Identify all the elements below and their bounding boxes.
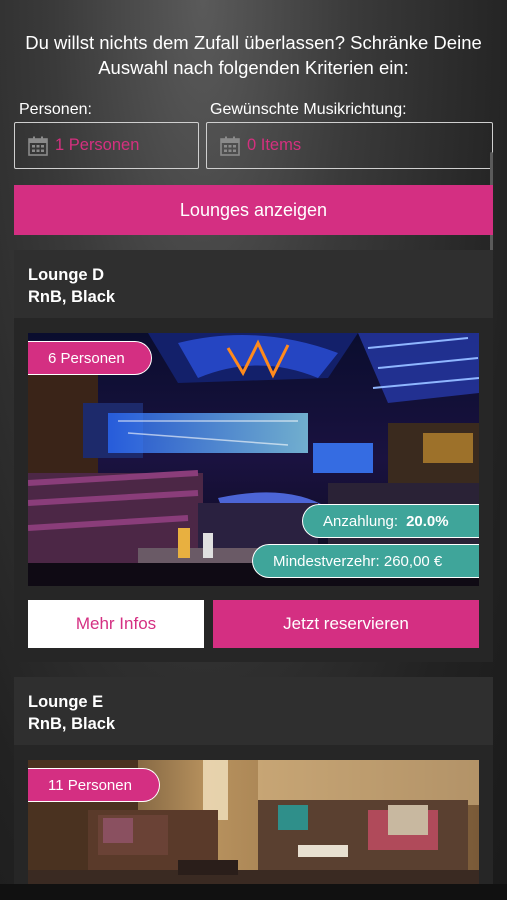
intro-text: Du willst nichts dem Zufall überlassen? …	[25, 32, 482, 78]
persons-value: 1 Personen	[55, 136, 140, 154]
deposit-label: Anzahlung:	[323, 512, 399, 530]
music-label: Gewünschte Musikrichtung:	[210, 101, 407, 118]
persons-label: Personen:	[19, 101, 92, 118]
lounge-name: Lounge E	[28, 693, 104, 711]
calendar-icon	[220, 136, 240, 156]
lounge-photo[interactable]: 11 Personen	[28, 760, 479, 900]
deposit-value: 20.0%	[406, 512, 449, 530]
minimum-spend-badge: Mindestverzehr: 260,00 €	[252, 544, 479, 578]
lounge-photo[interactable]: 6 Personen Anzahlung: 20.0% Mindestverze…	[28, 333, 479, 586]
lounge-name: Lounge D	[28, 266, 105, 284]
lounge-header: Lounge D RnB, Black	[14, 250, 493, 318]
lounge-card: Lounge E RnB, Black 11 Personen	[14, 677, 493, 900]
system-navigation-bar	[0, 884, 507, 900]
lounge-genres: RnB, Black	[28, 288, 116, 306]
lounge-card: Lounge D RnB, Black 6 Personen Anzahlung…	[14, 250, 493, 662]
capacity-badge: 11 Personen	[28, 768, 160, 802]
persons-select[interactable]: 1 Personen	[14, 122, 199, 169]
music-select[interactable]: 0 Items	[206, 122, 493, 169]
capacity-badge: 6 Personen	[28, 341, 152, 375]
deposit-badge: Anzahlung: 20.0%	[302, 504, 479, 538]
music-value: 0 Items	[247, 136, 302, 154]
calendar-icon	[28, 136, 48, 156]
lounge-genres: RnB, Black	[28, 715, 116, 733]
more-info-button[interactable]: Mehr Infos	[28, 600, 204, 648]
show-lounges-button[interactable]: Lounges anzeigen	[14, 185, 493, 235]
reserve-button[interactable]: Jetzt reservieren	[213, 600, 479, 648]
lounge-header: Lounge E RnB, Black	[14, 677, 493, 745]
